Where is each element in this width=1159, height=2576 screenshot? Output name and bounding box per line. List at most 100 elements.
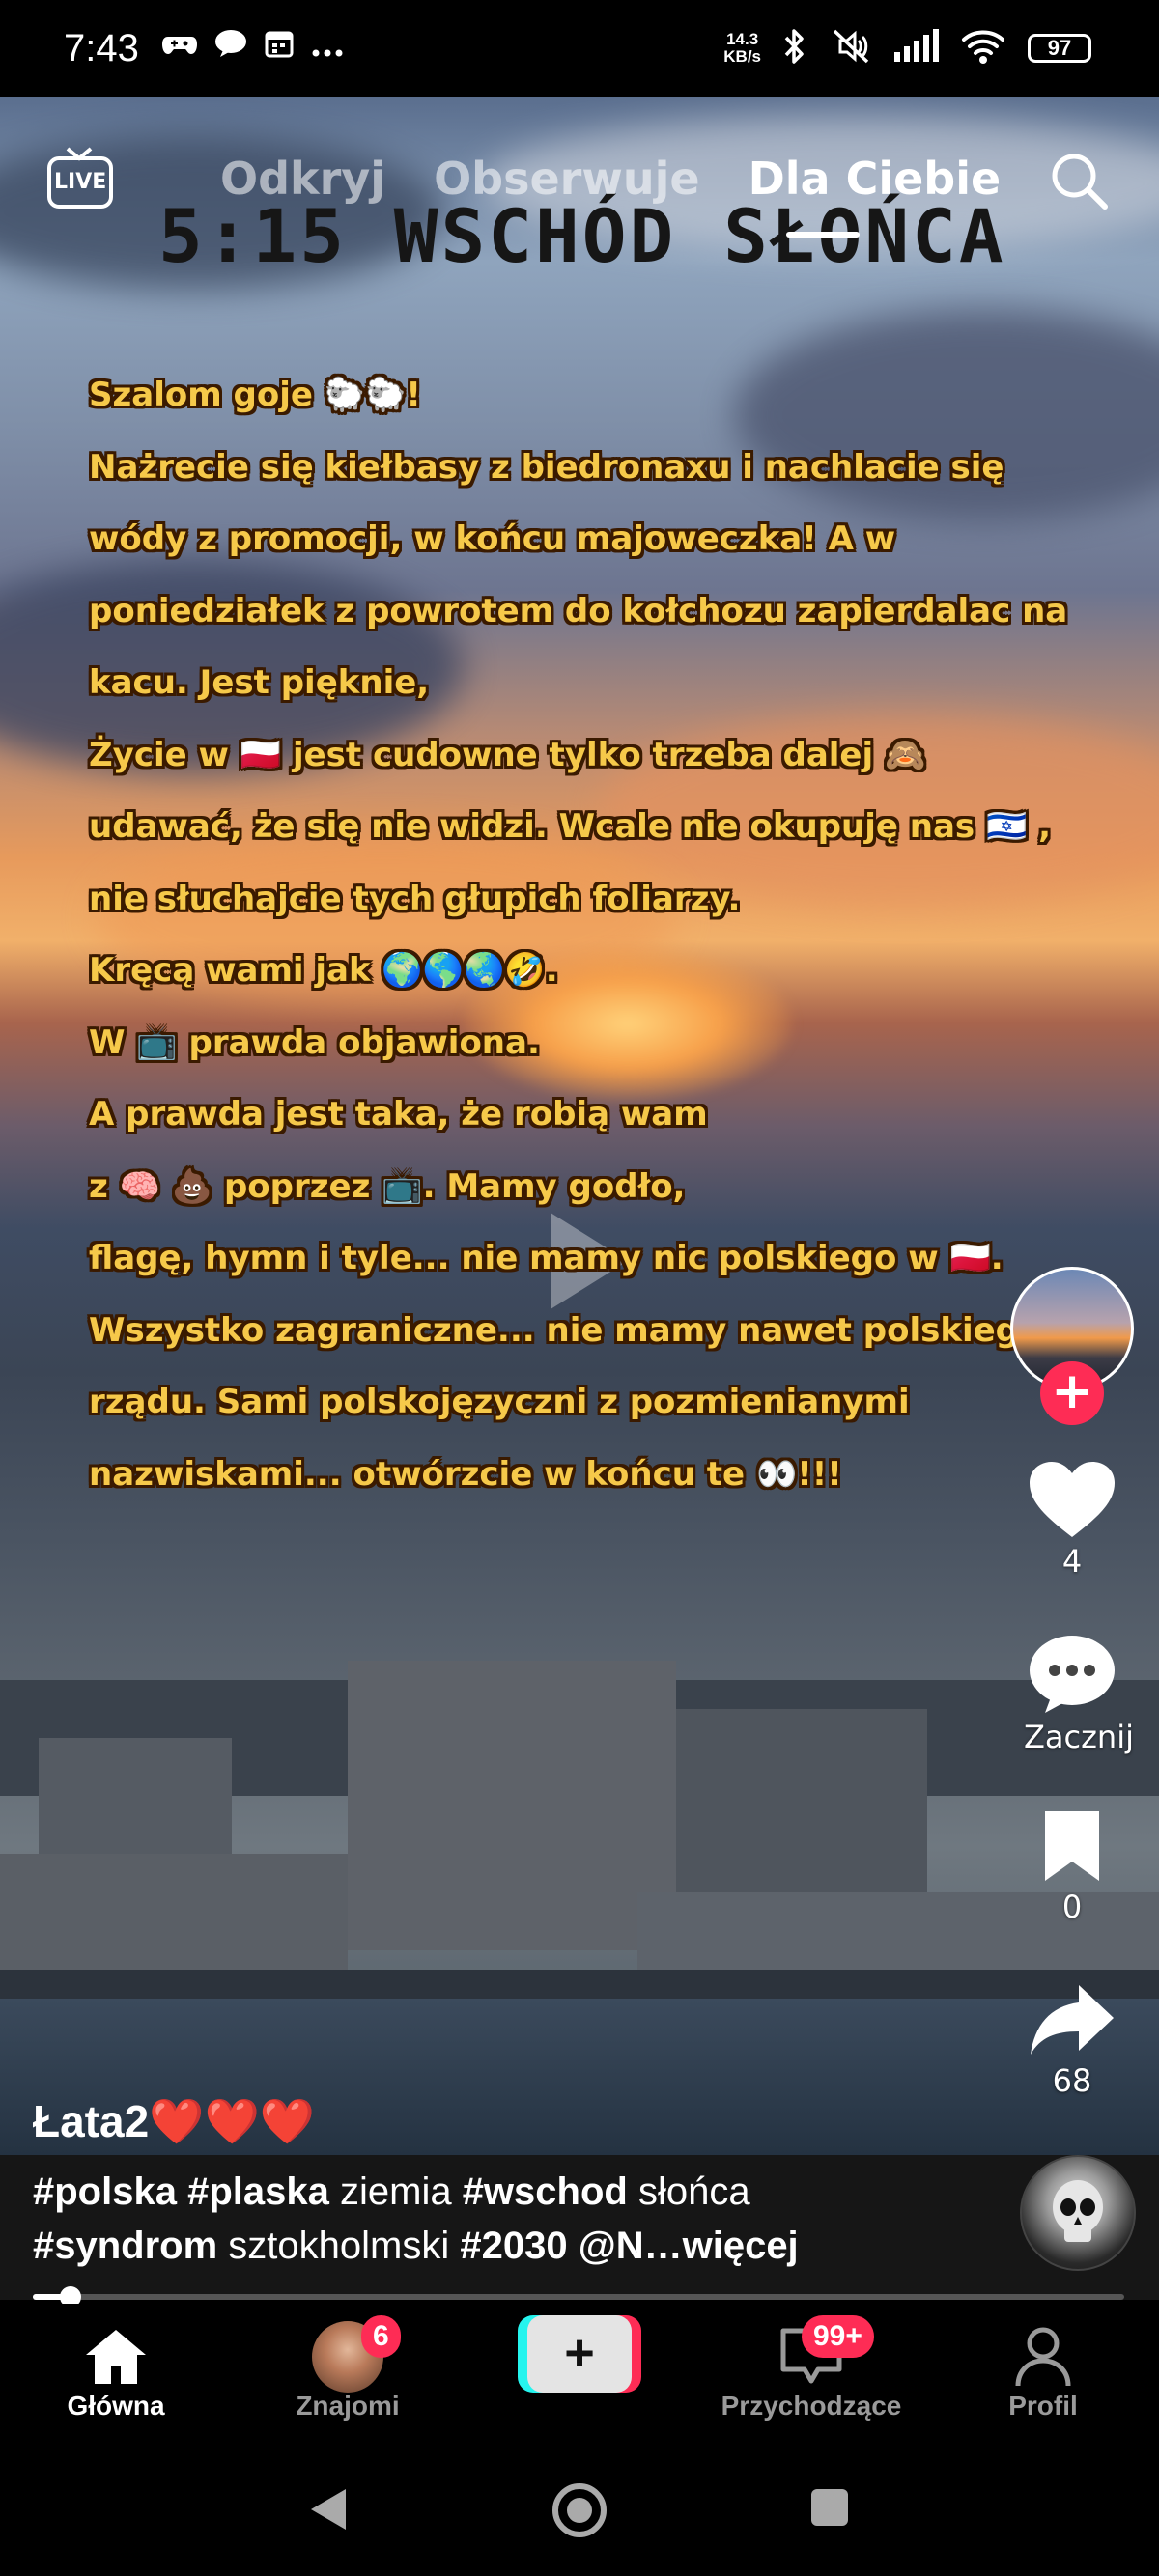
hashtag[interactable]: #wschod: [463, 2170, 628, 2213]
live-label: LIVE: [54, 170, 107, 194]
live-button[interactable]: LIVE: [46, 145, 114, 212]
overlay-line: udawać, że się nie widzi. Wcale nie okup…: [89, 807, 1052, 846]
home-circle-icon[interactable]: [551, 2481, 608, 2543]
tab-dla-ciebie[interactable]: Dla Ciebie: [749, 153, 1002, 205]
skull-icon: [1053, 2180, 1103, 2242]
create-button: +: [473, 2315, 686, 2393]
video-progress-bar[interactable]: [33, 2286, 1124, 2308]
overlay-line: nazwiskami... otwórzcie w końcu te 👀!!!: [89, 1454, 842, 1494]
overlay-line: A prawda jest taka, że robią wam: [89, 1095, 708, 1134]
overlay-line: nie słuchajcie tych głupich foliarzy.: [89, 879, 741, 918]
overlay-line: Nażrecie się kiełbasy z biedronaxu i nac…: [89, 447, 1004, 487]
comment-count: Zacznij: [1024, 1719, 1134, 1755]
username-text: Łata2: [33, 2096, 150, 2146]
more-link[interactable]: …więcej: [644, 2225, 799, 2267]
overlay-line: Wszystko zagraniczne... nie mamy nawet p…: [89, 1310, 1042, 1350]
video-headline: 5:15 WSCHÓD SŁOŃCA: [158, 193, 1006, 279]
back-icon[interactable]: [307, 2485, 350, 2537]
battery-icon: 97: [1028, 34, 1091, 63]
nav-profile[interactable]: Profil: [937, 2323, 1149, 2422]
wifi-icon: [960, 28, 1006, 69]
music-disc-avatar[interactable]: [1020, 2155, 1136, 2271]
caption-text-part: [177, 2170, 187, 2213]
bluetooth-icon: [782, 27, 807, 70]
friends-badge: 6: [361, 2315, 401, 2358]
caption-line-2: #syndrom sztokholmski #2030 @N…więcej: [33, 2219, 1008, 2273]
more-dots-icon: [311, 29, 344, 66]
search-icon[interactable]: [1047, 149, 1111, 212]
save-count: 0: [1061, 1889, 1083, 1925]
caption-panel: #polska #plaska ziemia #wschod słońca #s…: [0, 2155, 1159, 2300]
caption-line-1: #polska #plaska ziemia #wschod słońca: [33, 2165, 1008, 2219]
nav-home-label: Główna: [67, 2391, 165, 2421]
bookmark-icon: [1024, 1807, 1120, 1885]
hashtag[interactable]: #syndrom: [33, 2225, 217, 2267]
overlay-line: Życie w 🇵🇱 jest cudowne tylko trzeba dal…: [89, 735, 926, 774]
status-bar: 7:43 14.3 KB/s 97: [0, 0, 1159, 97]
calendar-icon: [265, 29, 294, 66]
battery-level: 97: [1028, 34, 1091, 63]
share-button[interactable]: 68: [1024, 1981, 1120, 2099]
comment-icon: [1024, 1634, 1120, 1715]
system-nav-bar: [0, 2439, 1159, 2576]
nav-inbox[interactable]: 99+ Przychodzące: [705, 2315, 918, 2422]
create-label: +: [527, 2315, 632, 2393]
overlay-line: rządu. Sami polskojęzyczni z pozmieniany…: [89, 1383, 910, 1421]
comment-button[interactable]: Zacznij: [1024, 1634, 1134, 1755]
heart-icon: [1024, 1460, 1120, 1539]
overlay-line: poniedziałek z powrotem do kołchozu zapi…: [89, 591, 1068, 630]
nav-profile-label: Profil: [1008, 2391, 1078, 2421]
share-count: 68: [1052, 2062, 1092, 2099]
hashtag[interactable]: #polska: [33, 2170, 177, 2213]
overlay-line: Szalom goje 🐑🐑!: [89, 376, 421, 414]
like-button[interactable]: 4: [1024, 1460, 1120, 1580]
nav-inbox-label: Przychodzące: [721, 2391, 902, 2421]
username-hearts: ❤️❤️❤️: [149, 2096, 315, 2146]
feed-tabs: Odkryj Obserwuje Dla Ciebie: [220, 153, 1001, 205]
video-overlay-text: Szalom goje 🐑🐑! Nażrecie się kiełbasy z …: [89, 359, 1068, 1510]
network-speed-unit: KB/s: [723, 47, 761, 66]
recents-icon[interactable]: [809, 2487, 850, 2532]
progress-fill: [33, 2294, 64, 2300]
signal-icon: [892, 29, 939, 68]
nav-home[interactable]: Główna: [10, 2323, 222, 2422]
nav-friends-label: Znajomi: [296, 2391, 400, 2421]
inbox-icon: 99+: [705, 2315, 918, 2391]
friends-avatar-wrap: 6: [241, 2315, 454, 2393]
tab-obserwuje[interactable]: Obserwuje: [434, 153, 700, 205]
post-username[interactable]: Łata2❤️❤️❤️: [33, 2095, 315, 2148]
status-right-icons: 14.3 KB/s 97: [723, 27, 1091, 70]
overlay-line: wódy z promocji, w końcu majoweczka! A w: [89, 519, 896, 558]
mention[interactable]: @N: [579, 2225, 644, 2267]
overlay-line: W 📺 prawda objawiona.: [89, 1022, 540, 1062]
status-time: 7:43: [64, 27, 139, 70]
hashtag[interactable]: #2030: [460, 2225, 567, 2267]
share-arrow-icon: [1024, 1981, 1120, 2058]
network-speed-value: 14.3: [726, 30, 759, 48]
chat-bubble-icon: [214, 29, 247, 66]
active-tab-indicator: [786, 232, 860, 238]
like-count: 4: [1061, 1543, 1083, 1580]
caption-text-part: ziemia: [328, 2170, 463, 2213]
caption-text[interactable]: #polska #plaska ziemia #wschod słońca #s…: [33, 2165, 1008, 2273]
nav-create[interactable]: +: [473, 2315, 686, 2393]
follow-button[interactable]: +: [1040, 1361, 1104, 1425]
profile-icon: [937, 2323, 1149, 2391]
overlay-line: kacu. Jest pięknie,: [89, 663, 430, 702]
home-icon: [10, 2323, 222, 2391]
nav-friends[interactable]: 6 Znajomi: [241, 2315, 454, 2422]
game-controller-icon: [162, 29, 197, 66]
overlay-line: flagę, hymn i tyle... nie mamy nic polsk…: [89, 1239, 1004, 1277]
inbox-badge: 99+: [802, 2315, 874, 2358]
hashtag[interactable]: #plaska: [187, 2170, 329, 2213]
caption-text-part: słońca: [627, 2170, 750, 2213]
muted-icon: [829, 27, 871, 70]
network-speed: 14.3 KB/s: [723, 31, 761, 66]
bottom-nav: Główna 6 Znajomi + 99+ Przychodzące Prof…: [0, 2304, 1159, 2439]
overlay-line: Kręcą wami jak 🌍🌎🌏🤣.: [89, 951, 558, 990]
caption-text-part: [568, 2225, 579, 2267]
save-button[interactable]: 0: [1024, 1807, 1120, 1925]
tab-odkryj[interactable]: Odkryj: [220, 153, 385, 205]
caption-text-part: sztokholmski: [217, 2225, 461, 2267]
status-left-icons: [162, 29, 344, 66]
